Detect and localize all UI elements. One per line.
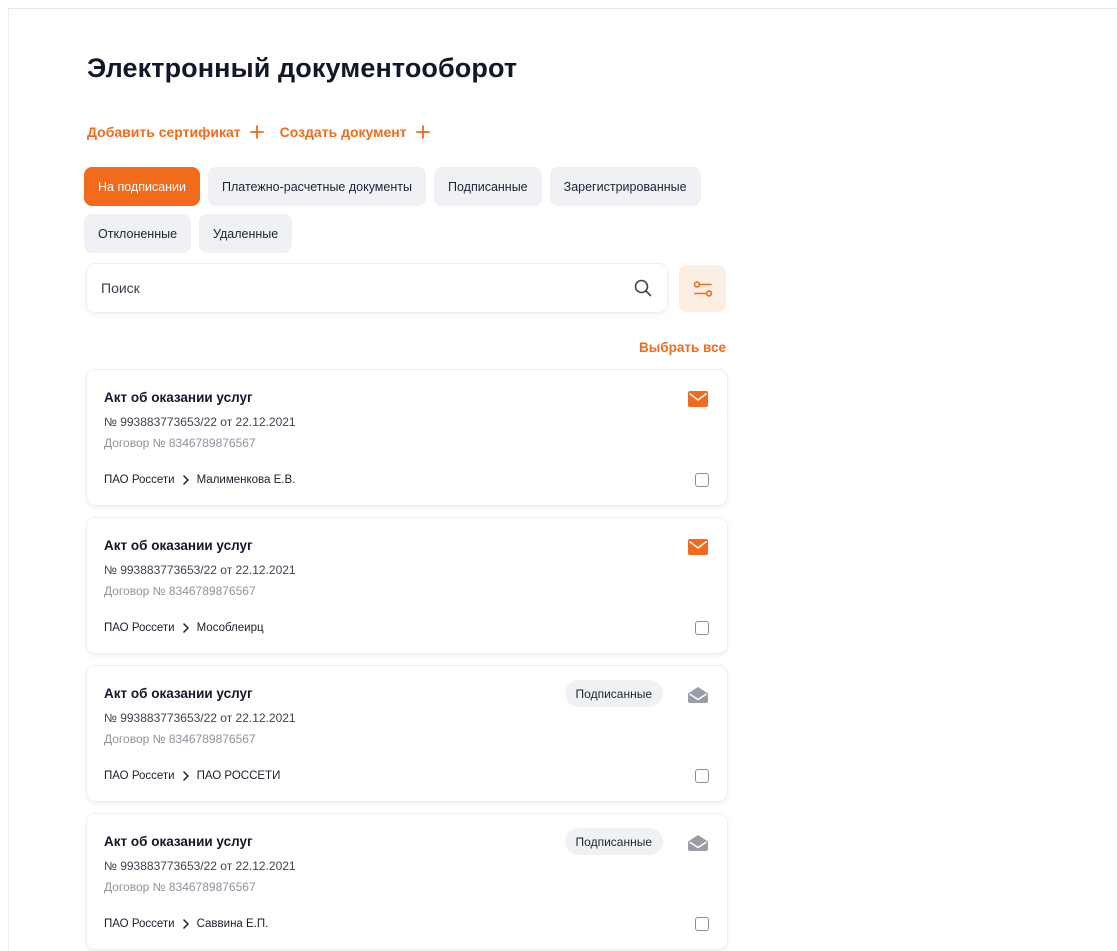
search-box	[87, 264, 667, 312]
select-all-link[interactable]: Выбрать все	[629, 340, 726, 355]
document-route: ПАО Россети ПАО РОССЕТИ	[104, 770, 280, 782]
tab-registered[interactable]: Зарегистрированные	[549, 167, 701, 206]
select-checkbox[interactable]	[695, 621, 709, 635]
chevron-right-icon	[182, 771, 189, 781]
tab-payment-documents[interactable]: Платежно-расчетные документы	[208, 167, 426, 206]
add-certificate-button[interactable]: Добавить сертификат	[87, 124, 264, 140]
envelope-unread-icon[interactable]	[688, 391, 708, 407]
document-contract: Договор № 8346789876567	[104, 584, 256, 598]
plus-icon	[249, 125, 264, 139]
document-number: № 993883773653/22 от 22.12.2021	[104, 415, 296, 429]
tab-row: На подписании Платежно-расчетные докумен…	[84, 167, 704, 206]
document-sender: ПАО Россети	[104, 474, 175, 486]
document-sender: ПАО Россети	[104, 622, 175, 634]
plus-icon	[415, 125, 430, 139]
tab-on-signing[interactable]: На подписании	[84, 167, 201, 206]
document-recipient: Саввина Е.П.	[196, 918, 269, 930]
tab-signed[interactable]: Подписанные	[433, 167, 542, 206]
document-contract: Договор № 8346789876567	[104, 436, 256, 450]
envelope-unread-icon[interactable]	[688, 539, 708, 555]
action-bar: Добавить сертификат Создать документ	[87, 124, 430, 140]
document-number: № 993883773653/22 от 22.12.2021	[104, 859, 296, 873]
select-checkbox[interactable]	[695, 769, 709, 783]
search-icon[interactable]	[633, 278, 653, 298]
page-title: Электронный документооборот	[87, 53, 518, 83]
document-title: Акт об оказании услуг	[104, 834, 253, 849]
document-card[interactable]: Акт об оказании услуг № 993883773653/22 …	[87, 666, 727, 801]
select-checkbox[interactable]	[695, 917, 709, 931]
tab-rejected[interactable]: Отклоненные	[84, 214, 192, 253]
document-number: № 993883773653/22 от 22.12.2021	[104, 563, 296, 577]
select-checkbox[interactable]	[695, 473, 709, 487]
create-document-label: Создать документ	[279, 124, 407, 140]
search-input[interactable]	[101, 280, 633, 296]
chevron-right-icon	[182, 475, 189, 485]
document-title: Акт об оказании услуг	[104, 538, 253, 553]
chevron-right-icon	[182, 623, 189, 633]
document-number: № 993883773653/22 от 22.12.2021	[104, 711, 296, 725]
app-window: Электронный документооборот Добавить сер…	[8, 8, 1117, 951]
document-contract: Договор № 8346789876567	[104, 732, 256, 746]
document-route: ПАО Россети Саввина Е.П.	[104, 918, 268, 930]
document-route: ПАО Россети Мособлеирц	[104, 622, 264, 634]
tab-row: Отклоненные Удаленные	[84, 214, 704, 253]
document-recipient: Малименкова Е.В.	[196, 474, 296, 486]
document-sender: ПАО Россети	[104, 918, 175, 930]
document-recipient: ПАО РОССЕТИ	[196, 770, 281, 782]
chevron-right-icon	[182, 919, 189, 929]
tab-deleted[interactable]: Удаленные	[199, 214, 293, 253]
document-card[interactable]: Акт об оказании услуг № 993883773653/22 …	[87, 518, 727, 653]
document-card[interactable]: Акт об оказании услуг № 993883773653/22 …	[87, 370, 727, 505]
document-list: Акт об оказании услуг № 993883773653/22 …	[87, 370, 727, 951]
document-tabs: На подписании Платежно-расчетные докумен…	[84, 167, 704, 261]
document-recipient: Мособлеирц	[196, 622, 264, 634]
document-title: Акт об оказании услуг	[104, 686, 253, 701]
filter-icon	[693, 280, 712, 297]
add-certificate-label: Добавить сертификат	[87, 124, 241, 140]
document-contract: Договор № 8346789876567	[104, 880, 256, 894]
document-route: ПАО Россети Малименкова Е.В.	[104, 474, 295, 486]
status-badge: Подписанные	[564, 828, 663, 855]
create-document-button[interactable]: Создать документ	[280, 124, 430, 140]
document-sender: ПАО Россети	[104, 770, 175, 782]
envelope-read-icon[interactable]	[688, 835, 708, 851]
document-card[interactable]: Акт об оказании услуг № 993883773653/22 …	[87, 814, 727, 949]
document-title: Акт об оказании услуг	[104, 390, 253, 405]
filter-button[interactable]	[679, 265, 726, 312]
envelope-read-icon[interactable]	[688, 687, 708, 703]
status-badge: Подписанные	[564, 680, 663, 707]
